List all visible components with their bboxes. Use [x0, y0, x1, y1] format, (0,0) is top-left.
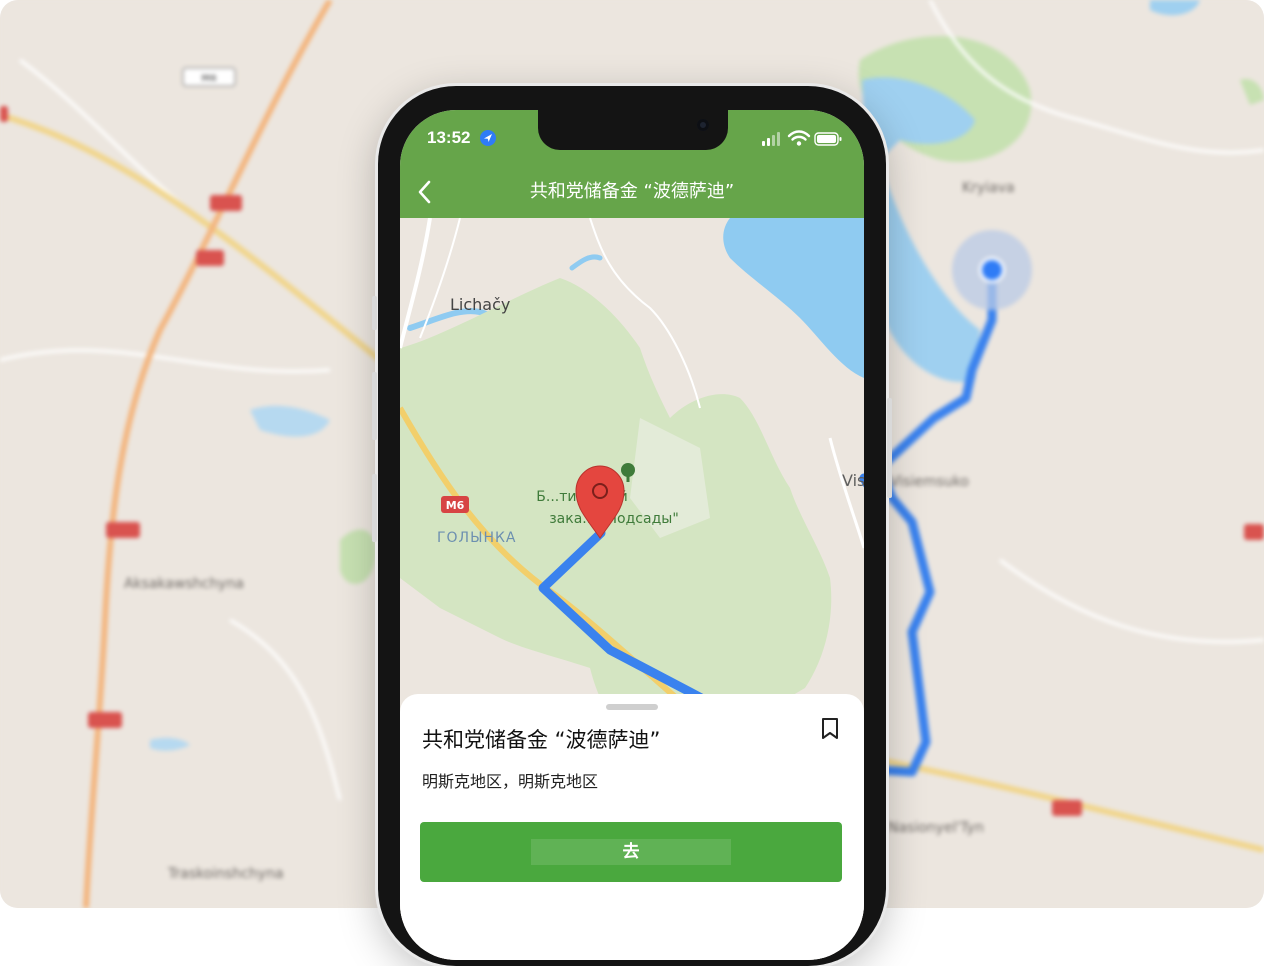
phone-screen: M6 Lichačy Б...тический зака... "Подсады… [400, 110, 864, 960]
place-details-sheet: 共和党储备金 “波德萨迪” 明斯克地区，明斯克地区 去 [400, 694, 864, 960]
phone-mute-switch [372, 296, 377, 330]
status-time: 13:52 [427, 128, 471, 147]
phone-power-button [887, 398, 892, 498]
bg-label-nasionyel: Nasionyel'Tyn [888, 820, 984, 836]
page-title: 共和党储备金 “波德萨迪” [529, 181, 735, 202]
bg-label-kryiava: Kryiava [962, 180, 1015, 196]
bookmark-icon [822, 718, 838, 739]
map-label-golynka: ГОЛЫНКА [437, 530, 516, 546]
wifi-icon [787, 130, 811, 146]
sheet-drag-handle[interactable] [606, 704, 658, 710]
bookmark-button[interactable] [818, 716, 842, 742]
location-arrow-icon [480, 130, 496, 146]
app-header: 13:52 共和党储备金 “波德萨迪” [400, 110, 864, 218]
road-badge-text: M6 [446, 499, 465, 512]
back-button[interactable] [408, 174, 444, 210]
phone-volume-up [372, 372, 377, 440]
front-camera [697, 119, 709, 131]
status-icons [762, 130, 842, 146]
place-region: 明斯克地区，明斯克地区 [422, 772, 599, 791]
phone-volume-down [372, 474, 377, 542]
battery-icon [814, 132, 842, 146]
go-button[interactable]: 去 [420, 822, 842, 882]
go-button-label: 去 [531, 839, 731, 865]
bg-top-badge-text: M6 [201, 74, 216, 84]
phone-notch [538, 110, 728, 150]
chevron-left-icon [418, 180, 431, 204]
cellular-signal-icon [762, 132, 780, 146]
bg-label-aksakawshchyna: Aksakawshchyna [124, 576, 244, 592]
bg-label-traskoinshchyna: Traskoinshchyna [167, 866, 284, 882]
map-label-lichacy: Lichačy [450, 295, 510, 314]
map-label-vis: Vis [842, 471, 864, 490]
bg-label-visiemsuko: Visiemsuko [890, 474, 969, 490]
place-title: 共和党储备金 “波德萨迪” [422, 728, 661, 752]
